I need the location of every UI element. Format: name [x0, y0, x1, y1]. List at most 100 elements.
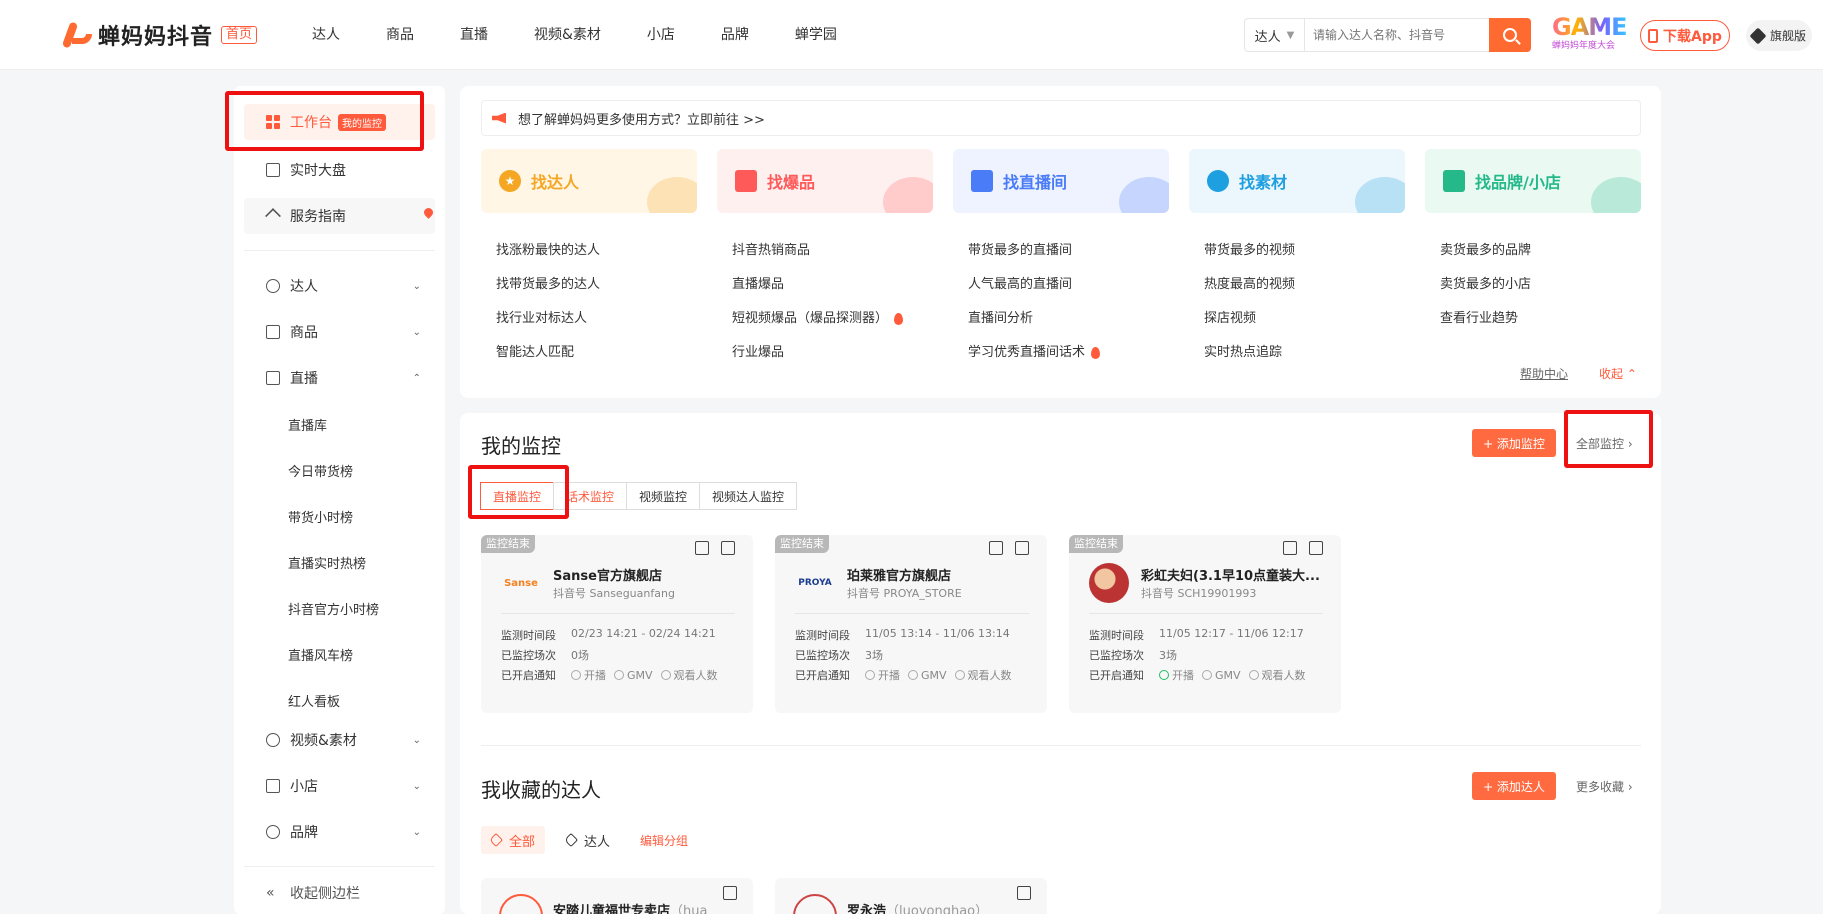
link-item[interactable]: 找行业对标达人 — [496, 302, 600, 336]
diamond-icon — [1749, 27, 1767, 44]
category-find-material[interactable]: 找素材 — [1189, 149, 1405, 213]
pin-top-icon[interactable] — [1015, 541, 1029, 555]
count-value: 3场 — [1159, 649, 1177, 662]
help-center-link[interactable]: 帮助中心 — [1520, 365, 1568, 382]
sidebar-item-workbench[interactable]: 工作台 我的监控 — [244, 104, 435, 140]
nav-item-video[interactable]: 视频&素材 — [534, 24, 601, 44]
sidebar-item-shop[interactable]: 小店 ⌄ — [244, 768, 435, 804]
sidebar-item-brand[interactable]: 品牌 ⌄ — [244, 814, 435, 850]
notify-start: 开播 — [1159, 667, 1194, 683]
favorite-kol-card[interactable]: 罗永浩（luoyonghao） — [775, 878, 1047, 914]
sidebar-live-label: 直播 — [290, 371, 318, 387]
brand-links: 卖货最多的品牌 卖货最多的小店 查看行业趋势 — [1440, 234, 1531, 336]
sidebar-item-goods[interactable]: 商品 ⌄ — [244, 314, 435, 350]
sidebar-sub-influencer-board[interactable]: 红人看板 — [288, 691, 340, 710]
sidebar-goods-label: 商品 — [290, 325, 318, 341]
link-item[interactable]: 带货最多的视频 — [1204, 234, 1295, 268]
chevron-down-icon: ⌄ — [412, 280, 421, 292]
sidebar-item-live[interactable]: 直播 ⌃ — [244, 360, 435, 396]
category-find-brand[interactable]: 找品牌/小店 — [1425, 149, 1641, 213]
link-item[interactable]: 热度最高的视频 — [1204, 268, 1295, 302]
search-type-select[interactable]: 达人 ▼ — [1245, 19, 1305, 51]
vip-button[interactable]: 旗舰版 — [1746, 20, 1812, 51]
storefront-icon — [1443, 170, 1465, 192]
dropdown-icon[interactable] — [723, 886, 737, 900]
tag-kol[interactable]: 达人 — [556, 826, 620, 854]
sidebar-sub-live-library[interactable]: 直播库 — [288, 415, 327, 434]
link-item[interactable]: 学习优秀直播间话术 — [968, 336, 1101, 370]
nav-item-kol[interactable]: 达人 — [312, 24, 340, 44]
notify-start: 开播 — [571, 667, 606, 683]
tab-script-monitor[interactable]: 话术监控 — [553, 482, 628, 510]
notice-bar[interactable]: 想了解蝉妈妈更多使用方式？立即前往 >> — [481, 100, 1641, 136]
link-item[interactable]: 直播爆品 — [732, 268, 903, 302]
monitor-item[interactable]: 监控结束 彩虹夫妇(3.1早10点童装大... 抖音号 SCH19901993 … — [1069, 535, 1341, 713]
sidebar-item-guide[interactable]: 服务指南 — [244, 198, 435, 234]
link-item[interactable]: 人气最高的直播间 — [968, 268, 1100, 302]
sidebar-sub-hourly-rank[interactable]: 带货小时榜 — [288, 507, 353, 526]
tag-icon — [488, 832, 504, 848]
link-item[interactable]: 找带货最多的达人 — [496, 268, 600, 302]
trash-icon[interactable] — [989, 541, 1003, 555]
pin-top-icon[interactable] — [721, 541, 735, 555]
link-item[interactable]: 行业爆品 — [732, 336, 903, 370]
link-item[interactable]: 探店视频 — [1204, 302, 1295, 336]
event-logo-title: GAME — [1552, 13, 1628, 41]
trash-icon[interactable] — [1283, 541, 1297, 555]
link-item[interactable]: 找涨粉最快的达人 — [496, 234, 600, 268]
sidebar-item-kol[interactable]: 达人 ⌄ — [244, 268, 435, 304]
all-monitors-link[interactable]: 全部监控 › — [1576, 435, 1633, 452]
tab-live-monitor[interactable]: 直播监控 — [480, 482, 555, 510]
download-app-button[interactable]: 下载App — [1640, 20, 1730, 51]
star-circle-icon — [266, 279, 280, 293]
sidebar-item-video[interactable]: 视频&素材 ⌄ — [244, 722, 435, 758]
sidebar-sub-live-hot[interactable]: 直播实时热榜 — [288, 553, 366, 572]
link-item[interactable]: 卖货最多的品牌 — [1440, 234, 1531, 268]
monitor-item[interactable]: 监控结束 Sanse Sanse官方旗舰店 抖音号 Sanseguanfang … — [481, 535, 753, 713]
search-button[interactable] — [1489, 18, 1531, 52]
notify-viewers: 观看人数 — [660, 667, 718, 683]
link-item[interactable]: 直播间分析 — [968, 302, 1100, 336]
tab-video-kol-monitor[interactable]: 视频达人监控 — [699, 482, 798, 510]
sidebar-sub-official-hourly[interactable]: 抖音官方小时榜 — [288, 599, 379, 618]
edit-group-link[interactable]: 编辑分组 — [630, 826, 698, 854]
category-find-live[interactable]: 找直播间 — [953, 149, 1169, 213]
collapse-sidebar-button[interactable]: « 收起侧边栏 — [244, 875, 435, 911]
add-monitor-button[interactable]: + 添加监控 — [1472, 429, 1556, 457]
collapse-link[interactable]: 收起 ⌃ — [1599, 365, 1637, 382]
nav-item-brand[interactable]: 品牌 — [721, 24, 749, 44]
link-item[interactable]: 卖货最多的小店 — [1440, 268, 1531, 302]
add-kol-button[interactable]: + 添加达人 — [1472, 772, 1556, 800]
tag-all[interactable]: 全部 — [481, 826, 546, 854]
category-find-kol[interactable]: ★ 找达人 — [481, 149, 697, 213]
link-item[interactable]: 实时热点追踪 — [1204, 336, 1295, 370]
sidebar-sub-today-rank[interactable]: 今日带货榜 — [288, 461, 353, 480]
favorite-kol-card[interactable]: 安踏儿童福世专卖店（hua — [481, 878, 753, 914]
link-item[interactable]: 短视频爆品（爆品探测器） — [732, 302, 904, 336]
nav-item-goods[interactable]: 商品 — [386, 24, 414, 44]
more-favorites-link[interactable]: 更多收藏 › — [1576, 778, 1633, 795]
link-item[interactable]: 抖音热销商品 — [732, 234, 903, 268]
sidebar-sub-windmill[interactable]: 直播风车榜 — [288, 645, 353, 664]
trash-icon[interactable] — [695, 541, 709, 555]
home-badge[interactable]: 首页 — [221, 26, 258, 44]
event-logo[interactable]: GAME 蝉妈妈年度大会 — [1552, 13, 1628, 58]
sidebar-guide-label: 服务指南 — [290, 209, 346, 225]
nav-item-live[interactable]: 直播 — [460, 24, 488, 44]
dropdown-icon[interactable] — [1017, 886, 1031, 900]
nav-item-shop[interactable]: 小店 — [647, 24, 675, 44]
period-value: 02/23 14:21 - 02/24 14:21 — [571, 627, 716, 640]
avatar: PROYA — [798, 578, 832, 588]
link-item[interactable]: 带货最多的直播间 — [968, 234, 1100, 268]
category-find-product[interactable]: 找爆品 — [717, 149, 933, 213]
link-item[interactable]: 查看行业趋势 — [1440, 302, 1531, 336]
notify-viewers: 观看人数 — [1248, 667, 1306, 683]
pin-top-icon[interactable] — [1309, 541, 1323, 555]
tab-video-monitor[interactable]: 视频监控 — [626, 482, 701, 510]
sidebar-item-realtime[interactable]: 实时大盘 — [244, 152, 435, 188]
nav-item-academy[interactable]: 蝉学园 — [795, 24, 837, 44]
brand-logo[interactable]: 蝉妈妈抖音 首页 — [61, 18, 258, 52]
link-item[interactable]: 智能达人匹配 — [496, 336, 600, 370]
monitor-item[interactable]: 监控结束 PROYA 珀莱雅官方旗舰店 抖音号 PROYA_STORE 监测时间… — [775, 535, 1047, 713]
search-type-label: 达人 — [1254, 29, 1281, 45]
